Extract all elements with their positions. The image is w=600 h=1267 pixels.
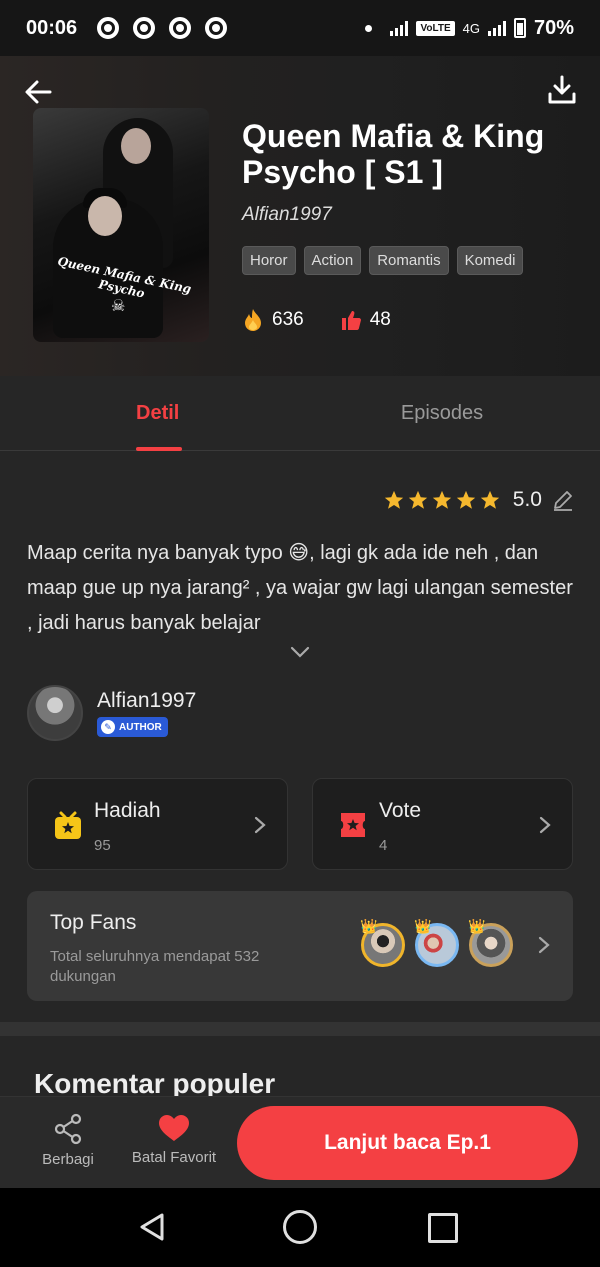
share-button[interactable]: Berbagi <box>36 1113 100 1168</box>
fan-avatar[interactable]: 👑 <box>468 918 513 967</box>
share-icon <box>54 1113 82 1145</box>
chevron-right-icon <box>538 936 550 954</box>
download-icon[interactable] <box>546 74 578 106</box>
status-right: VoLTE 4G 70% <box>365 17 574 40</box>
nav-recent-icon[interactable] <box>428 1213 458 1243</box>
avatar[interactable] <box>27 685 83 741</box>
network-type: 4G <box>462 20 480 36</box>
battery-icon <box>513 18 526 38</box>
section-divider <box>0 1022 600 1036</box>
favorite-button[interactable]: Batal Favorit <box>124 1113 224 1166</box>
system-nav-bar <box>0 1188 600 1267</box>
tab-active-indicator <box>136 447 182 451</box>
vote-card[interactable]: Vote 4 <box>312 778 573 870</box>
chevron-down-icon[interactable] <box>288 644 312 660</box>
edit-icon[interactable] <box>552 489 574 511</box>
back-arrow-icon[interactable] <box>22 76 54 108</box>
chrome-notification-icon <box>205 17 228 39</box>
tab-bar: Detil Episodes <box>0 376 600 451</box>
crown-icon: 👑 <box>414 918 432 934</box>
tab-detail[interactable]: Detil <box>0 376 284 451</box>
top-fans-card[interactable]: Top Fans Total seluruhnya mendapat 532 d… <box>27 891 573 1001</box>
author-badge-label: AUTHOR <box>119 721 162 733</box>
genre-tag[interactable]: Komedi <box>456 246 524 275</box>
crown-icon: 👑 <box>468 918 486 934</box>
nav-home-icon[interactable] <box>283 1210 317 1244</box>
fan-avatar[interactable]: 👑 <box>360 918 405 967</box>
tab-episodes-label: Episodes <box>400 402 484 424</box>
signal-icon <box>487 20 506 36</box>
like-count: 48 <box>369 309 391 330</box>
gift-label: Hadiah <box>94 799 161 822</box>
book-description: Maap cerita nya banyak typo 😅, lagi gk a… <box>27 542 573 634</box>
star-icon <box>384 490 403 509</box>
book-cover: Queen Mafia & King Psycho ☠ <box>33 108 209 342</box>
book-author[interactable]: Alfian1997 <box>242 204 332 226</box>
book-title: Queen Mafia & King Psycho [ S1 ] <box>242 118 545 190</box>
chrome-notification-icon <box>97 17 120 39</box>
author-row[interactable]: Alfian1997 ✎ AUTHOR <box>27 685 196 741</box>
crown-icon: 👑 <box>360 918 378 934</box>
thumb-up-icon <box>341 311 361 330</box>
fire-icon <box>245 309 261 331</box>
like-stat: 48 <box>340 309 391 331</box>
top-fans-subtitle: Total seluruhnya mendapat 532 dukungan <box>50 948 260 985</box>
author-name: Alfian1997 <box>97 689 197 712</box>
heart-icon <box>159 1115 189 1141</box>
book-header: Queen Mafia & King Psycho ☠ Queen Mafia … <box>0 56 600 376</box>
genre-tag[interactable]: Romantis <box>369 246 449 275</box>
tab-episodes[interactable]: Episodes <box>284 376 600 450</box>
vote-count: 4 <box>379 837 388 854</box>
signal-icon <box>390 20 409 36</box>
genre-tag[interactable]: Action <box>303 246 362 275</box>
author-badge-icon: ✎ <box>101 720 115 734</box>
gift-icon <box>55 811 81 839</box>
notification-icons <box>97 17 228 39</box>
top-fans-label: Top Fans <box>50 911 137 934</box>
gift-card[interactable]: Hadiah 95 <box>27 778 288 870</box>
nav-back-icon[interactable] <box>138 1212 166 1242</box>
rating-score: 5.0 <box>512 488 542 511</box>
status-bar: 00:06 VoLTE 4G 70% <box>0 0 600 56</box>
vote-label: Vote <box>379 799 422 822</box>
fan-avatar[interactable]: 👑 <box>414 918 459 967</box>
star-icon <box>408 490 427 509</box>
chrome-notification-icon <box>169 17 192 39</box>
status-time: 00:06 <box>26 16 78 39</box>
fire-count: 636 <box>272 309 304 330</box>
gift-count: 95 <box>94 837 111 854</box>
continue-reading-button[interactable]: Lanjut baca Ep.1 <box>237 1106 578 1180</box>
favorite-label: Batal Favorit <box>131 1149 217 1166</box>
star-icon <box>456 490 475 509</box>
notification-dot-icon <box>365 24 373 32</box>
star-icon <box>432 490 451 509</box>
chevron-right-icon <box>254 816 266 834</box>
skull-icon: ☠ <box>111 298 126 315</box>
bottom-action-bar: Berbagi Batal Favorit Lanjut baca Ep.1 <box>0 1096 600 1188</box>
rating[interactable]: 5.0 <box>383 488 574 512</box>
volte-indicator: VoLTE <box>416 20 455 36</box>
fire-stat: 636 <box>242 308 304 332</box>
vote-ticket-icon <box>341 813 365 837</box>
share-label: Berbagi <box>42 1151 94 1168</box>
chevron-right-icon <box>539 816 551 834</box>
genre-tags: Horor Action Romantis Komedi <box>242 246 524 275</box>
battery-percent: 70% <box>533 16 574 39</box>
book-stats: 636 48 <box>242 308 427 332</box>
star-icon <box>480 490 499 509</box>
top-fans-avatars: 👑 👑 👑 <box>360 918 513 967</box>
chrome-notification-icon <box>133 17 156 39</box>
genre-tag[interactable]: Horor <box>242 246 296 275</box>
tab-detail-label: Detil <box>136 402 180 424</box>
author-badge: ✎ AUTHOR <box>97 717 168 737</box>
